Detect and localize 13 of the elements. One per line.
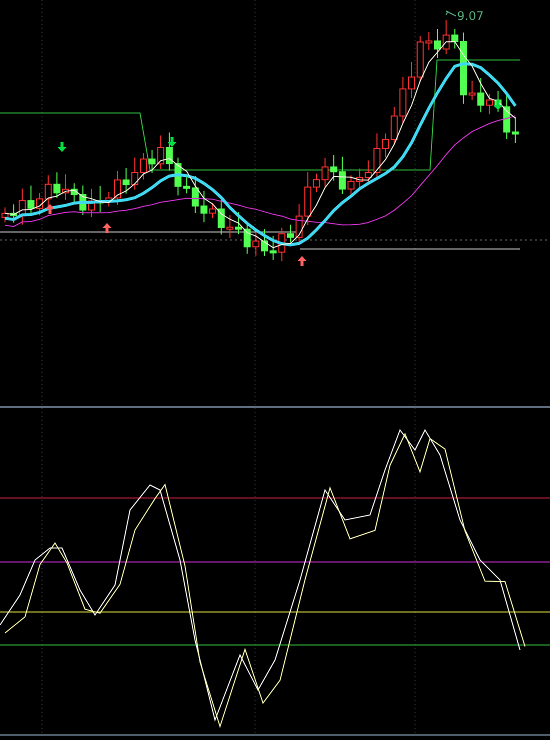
down-arrow-icon [58,142,66,152]
candlestick [348,174,354,197]
up-arrow-icon [298,256,306,266]
candlestick [88,188,95,218]
high-price-label: 9.07 [457,9,484,23]
down-arrow-icon [494,100,502,110]
down-arrow-icon [168,137,176,147]
candlestick [434,28,441,58]
up-arrow-icon [46,204,54,214]
pointer-line [446,10,456,16]
candlestick [174,157,182,196]
candlestick [261,228,268,256]
up-arrow-icon [102,223,112,233]
